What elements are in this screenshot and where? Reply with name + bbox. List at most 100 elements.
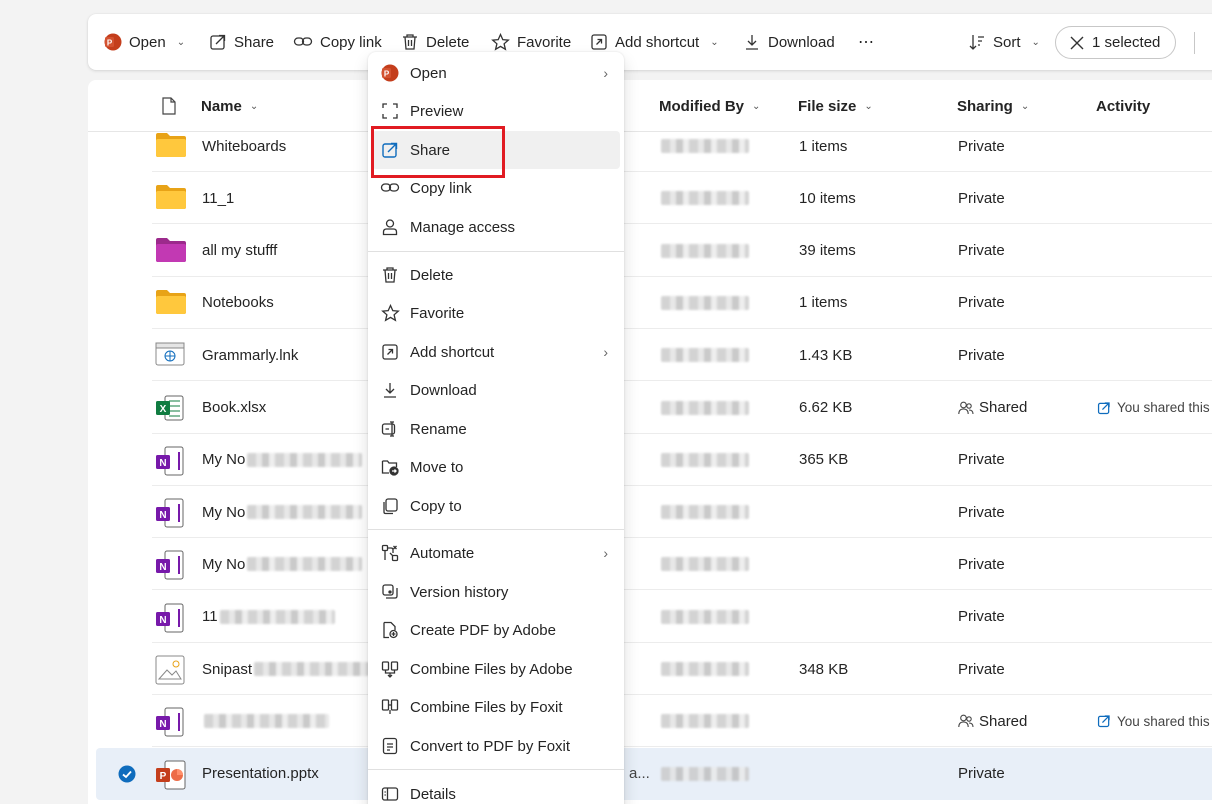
menu-item-download[interactable]: Download	[372, 371, 620, 409]
link-icon	[293, 37, 313, 46]
more-options-button[interactable]: ⋯	[858, 14, 874, 70]
menu-item-create-pdf-by-adobe[interactable]: Create PDF by Adobe	[372, 611, 620, 649]
sort-icon	[969, 35, 984, 50]
sharing-status: Private	[958, 137, 1005, 155]
copy-icon	[380, 497, 400, 515]
chevron-down-icon: ⌄	[249, 100, 259, 112]
favorite-label: Favorite	[517, 33, 572, 51]
redacted-text	[661, 191, 749, 206]
table-row[interactable]: N Shared You shared this f	[152, 695, 1212, 748]
menu-item-copy-link[interactable]: Copy link	[372, 169, 620, 207]
menu-item-label: Convert to PDF by Foxit	[410, 737, 571, 755]
file-name[interactable]	[202, 695, 329, 747]
menu-item-combine-files-by-adobe[interactable]: Combine Files by Adobe	[372, 650, 620, 688]
file-name[interactable]: Book.xlsx	[202, 382, 266, 434]
menu-item-favorite[interactable]: Favorite	[372, 294, 620, 332]
table-row[interactable]: X Book.xlsx 6.62 KB Shared You shared this f	[152, 382, 1212, 434]
menu-item-automate[interactable]: Automate ›	[372, 534, 620, 572]
file-name[interactable]: My No	[202, 538, 363, 590]
menu-item-label: Manage access	[410, 218, 516, 236]
menu-item-delete[interactable]: Delete	[372, 256, 620, 294]
svg-text:P: P	[107, 39, 113, 48]
share-label: Share	[234, 33, 275, 51]
menu-item-preview[interactable]: Preview	[372, 92, 620, 130]
menu-item-add-shortcut[interactable]: Add shortcut ›	[372, 333, 620, 371]
menu-item-label: Delete	[410, 266, 454, 284]
menu-item-label: Preview	[410, 102, 464, 120]
menu-item-open[interactable]: P Open ›	[372, 54, 620, 92]
file-name[interactable]: My No	[202, 434, 363, 486]
combine-icon	[380, 660, 400, 678]
menu-divider	[368, 769, 624, 770]
share-icon	[380, 141, 400, 159]
menu-item-details[interactable]: Details	[372, 775, 620, 804]
share-button[interactable]: Share	[209, 14, 274, 70]
table-row[interactable]: Grammarly.lnk 1.43 KB Private	[152, 329, 1212, 382]
sort-button[interactable]: Sort ⌄	[968, 14, 1040, 70]
file-name[interactable]: Snipast	[202, 643, 370, 695]
chevron-down-icon: ⌄	[710, 36, 719, 48]
redacted-text	[661, 295, 749, 310]
toolbar-divider	[1194, 32, 1195, 54]
file-type-icon	[162, 97, 176, 115]
people-icon	[958, 714, 974, 728]
link-icon	[380, 179, 400, 197]
menu-item-convert-to-pdf-by-foxit[interactable]: Convert to PDF by Foxit	[372, 727, 620, 765]
menu-item-rename[interactable]: Rename	[372, 410, 620, 448]
preview-icon	[380, 102, 400, 120]
powerpoint-icon: P	[104, 33, 122, 51]
selection-count-pill[interactable]: 1 selected	[1055, 26, 1176, 59]
file-name[interactable]: Notebooks	[202, 277, 274, 329]
excel-icon: X	[155, 394, 187, 422]
modified-by	[661, 172, 749, 224]
file-name[interactable]: My No	[202, 486, 363, 538]
svg-text:N: N	[159, 562, 166, 573]
shortcut-icon	[380, 343, 400, 361]
file-name[interactable]: 11_1	[202, 172, 234, 224]
context-menu: P Open › Preview Share Copy link Manage access…	[368, 52, 624, 804]
sharing-status: Private	[958, 608, 1005, 626]
table-row[interactable]: N My No Private	[152, 538, 1212, 591]
checkmark-circle-icon[interactable]	[118, 765, 136, 783]
open-button[interactable]: P Open ⌄	[104, 14, 185, 70]
people-icon	[958, 401, 974, 414]
table-row[interactable]: all my stufff 39 items Private	[152, 225, 1212, 277]
activity-text: You shared this f	[1097, 695, 1212, 747]
modified-by-truncated: a...	[629, 765, 650, 783]
svg-text:N: N	[159, 719, 166, 730]
table-row[interactable]: N My No 365 KB Private	[152, 434, 1212, 486]
table-row[interactable]: 11_1 10 items Private	[152, 172, 1212, 225]
chevron-down-icon: ⌄	[1020, 100, 1030, 112]
menu-divider	[368, 529, 624, 530]
menu-item-share[interactable]: Share	[372, 131, 620, 169]
menu-item-move-to[interactable]: Move to	[372, 448, 620, 486]
menu-item-manage-access[interactable]: Manage access	[372, 208, 620, 246]
table-row[interactable]: Whiteboards 1 items Private	[152, 120, 1212, 172]
table-row[interactable]: Notebooks 1 items Private	[152, 277, 1212, 329]
shortcut-icon	[591, 34, 607, 50]
chevron-right-icon: ›	[603, 65, 608, 81]
sharing-status: Private	[958, 346, 1005, 364]
menu-item-version-history[interactable]: Version history	[372, 573, 620, 611]
redacted-text	[219, 609, 335, 624]
file-name[interactable]: Grammarly.lnk	[202, 329, 298, 381]
file-name[interactable]: Whiteboards	[202, 120, 286, 172]
redacted-text	[247, 557, 363, 572]
file-size: 1 items	[799, 137, 848, 155]
menu-item-combine-files-by-foxit[interactable]: Combine Files by Foxit	[372, 688, 620, 726]
file-name[interactable]: Presentation.pptx	[202, 748, 319, 800]
table-row[interactable]: N 11 Private	[152, 591, 1212, 643]
chevron-down-icon: ⌄	[864, 100, 873, 112]
table-row[interactable]: N My No Private	[152, 486, 1212, 539]
modified-by	[661, 120, 749, 172]
download-button[interactable]: Download	[743, 14, 835, 70]
file-name[interactable]: 11	[202, 591, 335, 643]
file-name[interactable]: all my stufff	[202, 225, 277, 277]
svg-text:X: X	[160, 404, 167, 415]
modified-by	[661, 695, 749, 747]
table-row[interactable]: P Presentation.pptx a... Private	[96, 747, 1212, 800]
menu-item-copy-to[interactable]: Copy to	[372, 487, 620, 525]
table-row[interactable]: Snipast 348 KB Private	[152, 643, 1212, 695]
sharing-status: Private	[958, 660, 1005, 678]
add-shortcut-label: Add shortcut	[615, 33, 700, 51]
